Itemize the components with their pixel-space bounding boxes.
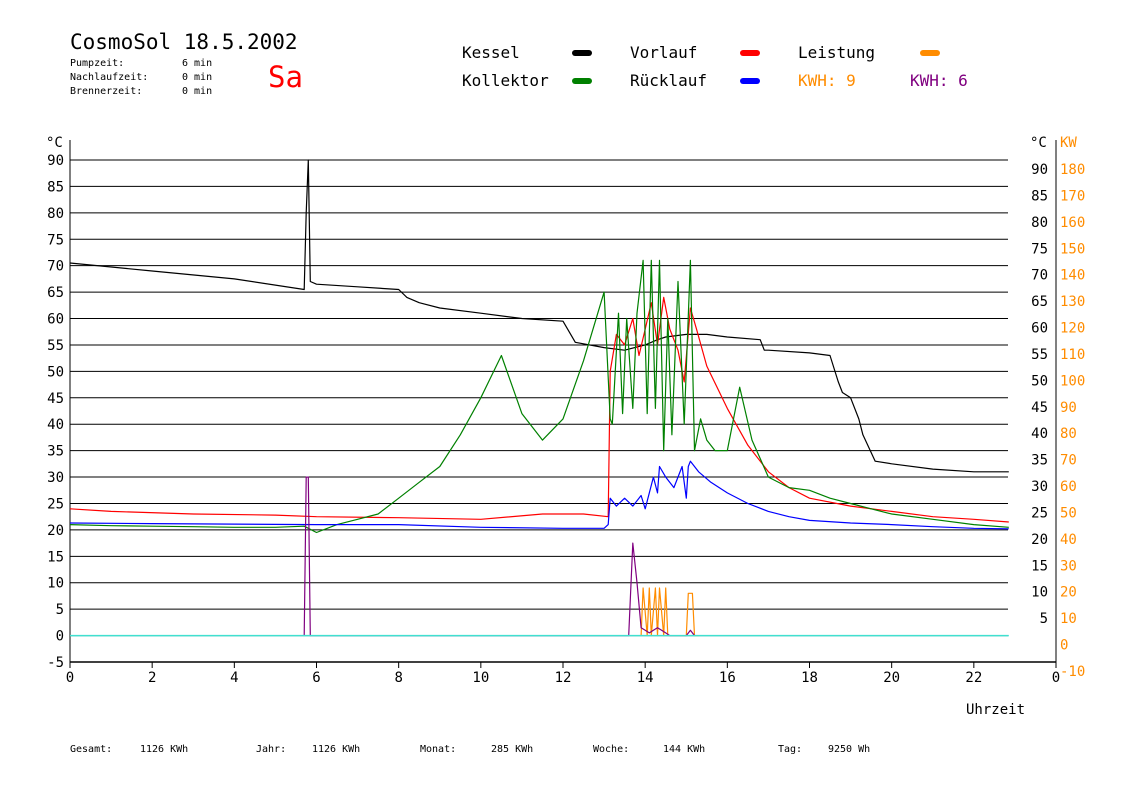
- y-tick-right-power: 10: [1060, 611, 1077, 627]
- x-tick-label: 2: [148, 670, 156, 686]
- x-tick-label: 10: [472, 670, 489, 686]
- y-tick-left: 35: [47, 444, 64, 460]
- y-tick-right-temp: 35: [1031, 453, 1048, 469]
- footer-gesamt-value: 1126 KWh: [140, 744, 189, 755]
- y-tick-left: 45: [47, 391, 64, 407]
- y-tick-right-power: 80: [1060, 426, 1077, 442]
- y-tick-left: 10: [47, 576, 64, 592]
- y-tick-right-temp: 10: [1031, 585, 1048, 601]
- y-tick-right-temp: 40: [1031, 426, 1048, 442]
- y-tick-right-power: 30: [1060, 558, 1077, 574]
- y-tick-right-temp: 65: [1031, 294, 1048, 310]
- y-tick-left: -5: [47, 655, 64, 671]
- x-axis-label: Uhrzeit: [966, 702, 1025, 718]
- y-tick-left: 55: [47, 338, 64, 354]
- x-tick-label: 0: [1052, 670, 1060, 686]
- y-tick-left: 15: [47, 549, 64, 565]
- series-line-kessel: [69, 159, 1009, 473]
- y-tick-left: 90: [47, 153, 64, 169]
- y-tick-right-temp: 30: [1031, 479, 1048, 495]
- y-tick-left: 50: [47, 364, 64, 380]
- series-line-kollektor: [69, 259, 1009, 534]
- y-tick-right-temp: 15: [1031, 558, 1048, 574]
- y-tick-right-power: 40: [1060, 532, 1077, 548]
- y-tick-right-power: 90: [1060, 400, 1077, 416]
- y-tick-left: 25: [47, 496, 64, 512]
- footer-tag-value: 9250 Wh: [828, 744, 871, 755]
- temperature-chart: °C °C KW-505101520253035404550556065707580…: [46, 135, 1085, 718]
- y-tick-right-temp: 70: [1031, 268, 1048, 284]
- y-tick-left: 80: [47, 206, 64, 222]
- y-tick-right-temp: 5: [1040, 611, 1048, 627]
- footer-jahr-value: 1126 KWh: [312, 744, 361, 755]
- y-tick-left: 70: [47, 259, 64, 275]
- y-tick-right-temp: 60: [1031, 321, 1048, 337]
- y-tick-right-power: 20: [1060, 585, 1077, 601]
- footer-tag-label: Tag:: [778, 744, 803, 755]
- y-tick-right-power: 60: [1060, 479, 1077, 495]
- y-tick-right-power: 100: [1060, 373, 1085, 389]
- series-line-r-cklauf: [69, 460, 1009, 530]
- y-tick-left: 5: [56, 602, 64, 618]
- x-tick-label: 22: [965, 670, 982, 686]
- y-tick-right-power: 120: [1060, 321, 1085, 337]
- y-tick-right-power: 110: [1060, 347, 1085, 363]
- y-tick-right-power: 50: [1060, 505, 1077, 521]
- y-tick-left: 30: [47, 470, 64, 486]
- y-tick-left: 40: [47, 417, 64, 433]
- y-unit-left: °C: [46, 135, 63, 151]
- y-tick-right-power: 150: [1060, 241, 1085, 257]
- y-tick-right-power: 130: [1060, 294, 1085, 310]
- y-tick-right-power: 170: [1060, 188, 1085, 204]
- series-line-vorlauf: [69, 296, 1009, 523]
- y-tick-right-power: 160: [1060, 215, 1085, 231]
- y-tick-left: 20: [47, 523, 64, 539]
- y-tick-right-temp: 50: [1031, 373, 1048, 389]
- y-tick-right-power: 70: [1060, 453, 1077, 469]
- x-tick-label: 18: [801, 670, 818, 686]
- series-line-leistung: [640, 587, 699, 637]
- y-tick-right-temp: 25: [1031, 505, 1048, 521]
- y-tick-right-power: 0: [1060, 638, 1068, 654]
- y-tick-right-temp: 45: [1031, 400, 1048, 416]
- footer-jahr-label: Jahr:: [256, 744, 287, 755]
- x-tick-label: 20: [883, 670, 900, 686]
- footer-monat-value: 285 KWh: [491, 744, 534, 755]
- y-tick-left: 60: [47, 312, 64, 328]
- x-tick-label: 16: [719, 670, 736, 686]
- y-tick-right-temp: 55: [1031, 347, 1048, 363]
- x-tick-label: 8: [394, 670, 402, 686]
- y-tick-right-temp: 90: [1031, 162, 1048, 178]
- x-tick-label: 0: [66, 670, 74, 686]
- footer-monat-label: Monat:: [420, 744, 457, 755]
- x-tick-label: 14: [637, 670, 654, 686]
- x-tick-label: 4: [230, 670, 238, 686]
- footer-woche-value: 144 KWh: [663, 744, 706, 755]
- footer-woche-label: Woche:: [593, 744, 630, 755]
- y-unit-right-power: KW: [1060, 135, 1077, 151]
- x-tick-label: 6: [312, 670, 320, 686]
- y-tick-right-power: -10: [1060, 664, 1085, 680]
- y-tick-right-temp: 80: [1031, 215, 1048, 231]
- y-tick-right-temp: 85: [1031, 188, 1048, 204]
- y-tick-right-power: 180: [1060, 162, 1085, 178]
- y-tick-left: 0: [56, 629, 64, 645]
- y-unit-right-temp: °C: [1030, 135, 1047, 151]
- y-tick-right-temp: 75: [1031, 241, 1048, 257]
- y-tick-right-temp: 20: [1031, 532, 1048, 548]
- footer-gesamt-label: Gesamt:: [70, 744, 113, 755]
- y-tick-right-power: 140: [1060, 268, 1085, 284]
- y-tick-left: 75: [47, 232, 64, 248]
- y-tick-left: 85: [47, 179, 64, 195]
- x-tick-label: 12: [555, 670, 572, 686]
- y-tick-left: 65: [47, 285, 64, 301]
